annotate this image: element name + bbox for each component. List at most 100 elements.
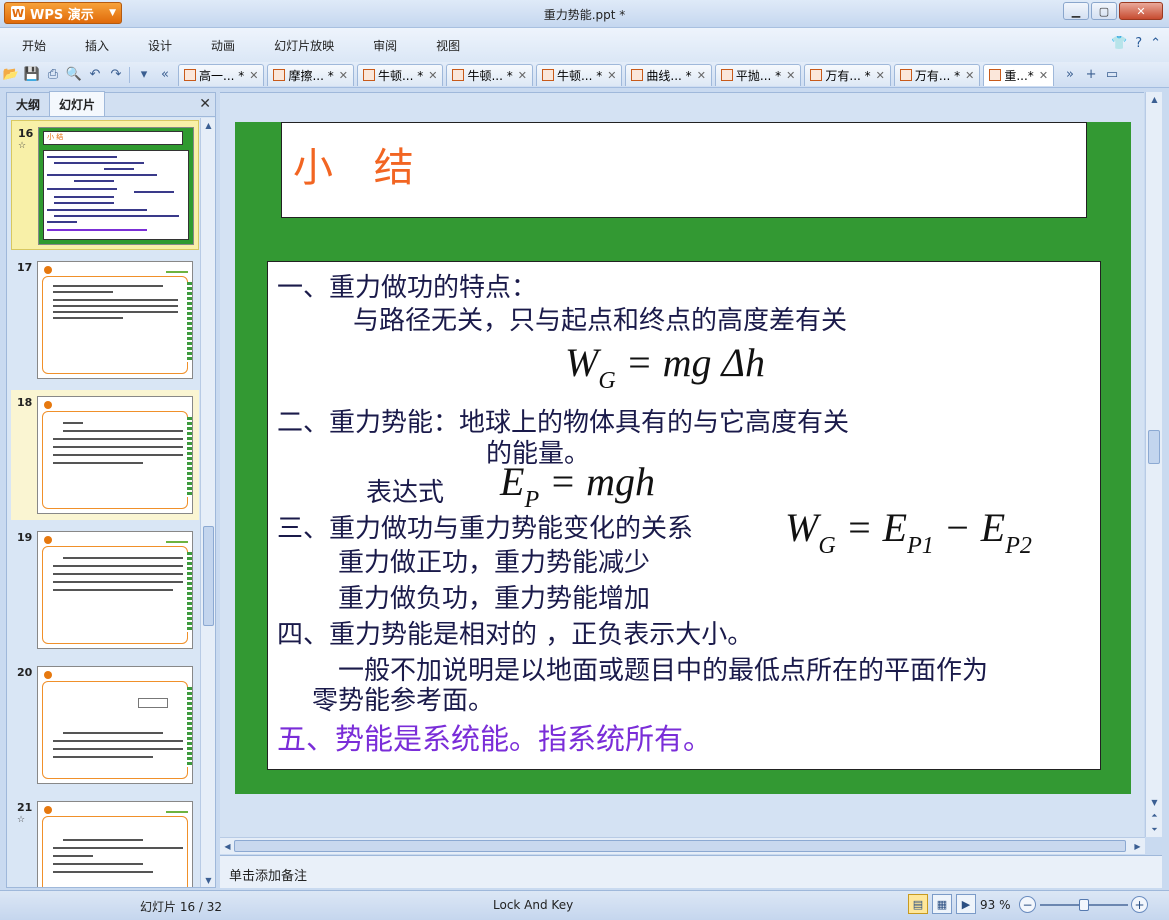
text-line-highlight: 五、势能是系统能。指系统所有。	[277, 722, 713, 756]
slide-title: 小 结	[293, 145, 428, 191]
panel-tabs: 大纲 幻灯片 ✕	[7, 91, 215, 117]
redo-icon[interactable]: ↷	[106, 65, 126, 85]
menu-slideshow[interactable]: 幻灯片放映	[252, 37, 334, 54]
slide-thumbnail[interactable]: 19	[11, 525, 199, 655]
text-line: 三、重力做功与重力势能变化的关系	[277, 514, 694, 544]
slide-thumbnail[interactable]: 17	[11, 255, 199, 385]
menu-design[interactable]: 设计	[126, 37, 172, 54]
menu-home[interactable]: 开始	[0, 37, 46, 54]
thumbnail-image	[37, 801, 193, 887]
open-folder-icon[interactable]: 📂	[1, 65, 21, 85]
zoom-out-button[interactable]: −	[1019, 896, 1036, 913]
undo-icon[interactable]: ↶	[85, 65, 105, 85]
tabs-scroll-right-icon[interactable]: »	[1060, 65, 1080, 85]
doc-tab[interactable]: 平抛... * ✕	[714, 63, 802, 86]
ppt-file-icon	[273, 69, 286, 81]
editor-vertical-scrollbar[interactable]: ▲ ▼ ⏶ ⏷	[1145, 92, 1162, 837]
thumbnail-list: 16 ☆ 小 结 17 18 19 20 21 ☆	[7, 118, 201, 887]
doc-tab[interactable]: 高一... * ✕	[178, 63, 265, 86]
next-slide-icon[interactable]: ⏷	[1146, 823, 1163, 837]
thumbnails-scrollbar[interactable]: ▲ ▼	[200, 118, 215, 887]
slide-content-box[interactable]: 一、重力做功的特点： 与路径无关，只与起点和终点的高度差有关 WG = mg Δ…	[267, 261, 1101, 770]
tab-close-icon[interactable]: ✕	[428, 69, 437, 82]
maximize-button[interactable]: ▢	[1091, 2, 1117, 20]
collapse-ribbon-icon[interactable]: ⌃	[1150, 36, 1161, 51]
menu-insert[interactable]: 插入	[63, 37, 109, 54]
zoom-in-button[interactable]: +	[1131, 896, 1148, 913]
save-icon[interactable]: 💾	[22, 65, 42, 85]
scrollbar-thumb[interactable]	[203, 526, 214, 626]
doc-tab[interactable]: 万有... * ✕	[893, 63, 981, 86]
normal-view-icon[interactable]: ▤	[908, 894, 928, 914]
scroll-down-icon[interactable]: ▼	[201, 873, 216, 887]
print-icon[interactable]: ⎙	[43, 65, 63, 85]
doc-tab[interactable]: 牛顿... * ✕	[535, 63, 623, 86]
scrollbar-thumb[interactable]	[1148, 430, 1160, 464]
slideshow-icon[interactable]: ▶	[956, 894, 976, 914]
slides-panel: 大纲 幻灯片 ✕ 16 ☆ 小 结 17 18 19 20 21 ☆ ▲ ▼	[6, 91, 216, 888]
toolbar: 📂 💾 ⎙ 🔍 ↶ ↷ ▾ « 高一... * ✕ 摩擦... * ✕ 牛顿... …	[0, 62, 1169, 88]
tab-close-icon[interactable]: ✕	[876, 69, 885, 82]
customize-dropdown-icon[interactable]: ▾	[134, 65, 154, 85]
menu-bar: 开始 插入 设计 动画 幻灯片放映 审阅 视图 👕 ? ⌃	[0, 28, 1169, 62]
tab-close-icon[interactable]: ✕	[697, 69, 706, 82]
doc-tab-label: 重...*	[1004, 68, 1034, 83]
tab-close-icon[interactable]: ✕	[339, 69, 348, 82]
zoom-slider-handle[interactable]	[1079, 899, 1089, 911]
scroll-right-icon[interactable]: ▶	[1130, 839, 1145, 853]
slide-thumbnail[interactable]: 21 ☆	[11, 795, 199, 887]
menu-view[interactable]: 视图	[414, 37, 460, 54]
doc-tab[interactable]: 万有... * ✕	[804, 63, 891, 86]
thumbnail-image: 小 结	[38, 127, 194, 245]
slide-thumbnail[interactable]: 18	[11, 390, 199, 520]
doc-tab-label: 万有... *	[825, 68, 871, 83]
doc-tab[interactable]: 摩擦... * ✕	[267, 63, 354, 86]
scrollbar-thumb[interactable]	[234, 840, 1126, 852]
print-preview-icon[interactable]: 🔍	[64, 65, 84, 85]
doc-tab[interactable]: 曲线... * ✕	[625, 63, 712, 86]
title-bar: W WPS 演示 ▼ 重力势能.ppt * ▁ ▢ ✕	[0, 0, 1169, 28]
slide-sorter-icon[interactable]: ▦	[932, 894, 952, 914]
tab-close-icon[interactable]: ✕	[965, 69, 974, 82]
close-button[interactable]: ✕	[1119, 2, 1163, 20]
menu-review[interactable]: 审阅	[351, 37, 397, 54]
scroll-left-icon[interactable]: ◀	[220, 839, 235, 853]
slide-thumbnail[interactable]: 20	[11, 660, 199, 790]
doc-tab[interactable]: 牛顿... * ✕	[356, 63, 444, 86]
previous-slide-icon[interactable]: ⏶	[1146, 809, 1163, 823]
tab-list-icon[interactable]: ▭	[1102, 65, 1122, 85]
tabs-scroll-left-icon[interactable]: «	[155, 65, 175, 85]
skin-icon[interactable]: 👕	[1111, 36, 1127, 51]
doc-tab-label: 牛顿... *	[467, 68, 513, 83]
ppt-file-icon	[184, 69, 196, 81]
tab-close-icon[interactable]: ✕	[518, 69, 527, 82]
thumbnail-image	[37, 666, 193, 784]
tab-close-icon[interactable]: ✕	[1039, 69, 1048, 82]
new-tab-icon[interactable]: +	[1081, 65, 1101, 85]
current-slide[interactable]: 小 结 一、重力做功的特点： 与路径无关，只与起点和终点的高度差有关 WG = …	[235, 122, 1131, 794]
doc-tab[interactable]: 牛顿... * ✕	[446, 63, 533, 86]
tab-outline[interactable]: 大纲	[7, 92, 49, 116]
tab-slides[interactable]: 幻灯片	[49, 91, 106, 116]
tab-close-icon[interactable]: ✕	[249, 69, 258, 82]
editor-horizontal-scrollbar[interactable]: ◀ ▶	[220, 837, 1145, 854]
menu-animation[interactable]: 动画	[189, 37, 235, 54]
ppt-file-icon	[541, 69, 554, 81]
tab-close-icon[interactable]: ✕	[786, 69, 795, 82]
mini-body	[43, 150, 189, 240]
zoom-slider[interactable]	[1040, 899, 1128, 911]
scroll-up-icon[interactable]: ▲	[1146, 92, 1163, 106]
slide-number: 16	[18, 127, 34, 140]
doc-tab-active[interactable]: 重...* ✕	[983, 63, 1055, 86]
minimize-button[interactable]: ▁	[1063, 2, 1089, 20]
ppt-file-icon	[720, 69, 733, 81]
slide-title-box[interactable]: 小 结	[281, 122, 1087, 218]
panel-close-icon[interactable]: ✕	[199, 96, 211, 112]
slide-thumbnail[interactable]: 16 ☆ 小 结	[11, 120, 199, 250]
scroll-up-icon[interactable]: ▲	[201, 118, 216, 132]
scroll-down-icon[interactable]: ▼	[1146, 795, 1163, 809]
notes-pane[interactable]: 单击添加备注	[220, 855, 1162, 888]
help-icon[interactable]: ?	[1135, 36, 1142, 51]
zoom-level: 93 %	[980, 898, 1011, 912]
tab-close-icon[interactable]: ✕	[607, 69, 616, 82]
